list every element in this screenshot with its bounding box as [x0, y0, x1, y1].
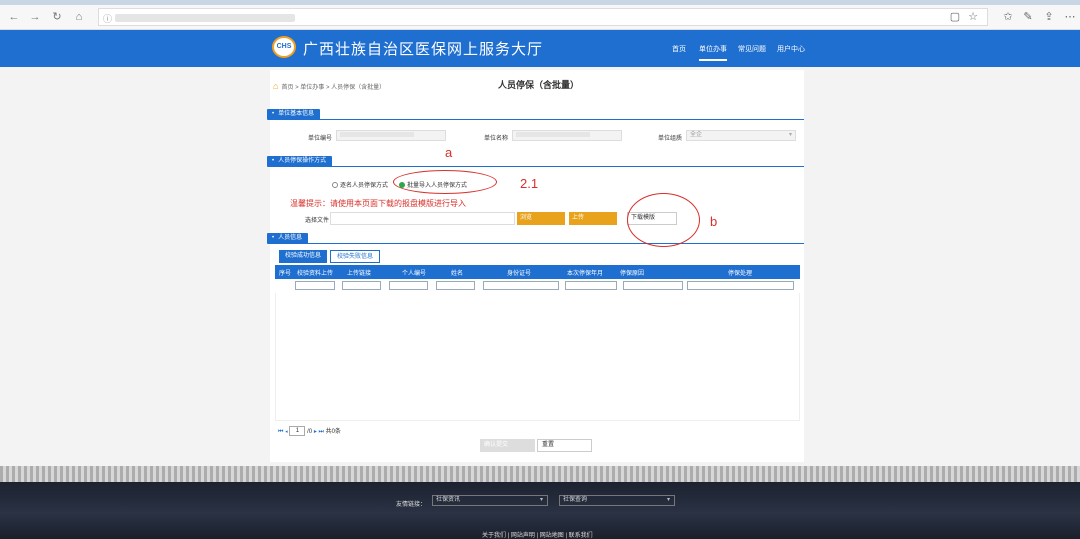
page-number-input[interactable]: 1: [289, 426, 306, 437]
filter-input[interactable]: [342, 281, 381, 290]
nav-home[interactable]: 首页: [672, 44, 686, 54]
col-name: 姓名: [451, 271, 464, 277]
section-personnel-info: • 人员信息: [267, 233, 309, 244]
radio-single-mode[interactable]: 逐名人员停保方式: [332, 180, 388, 189]
annotation-label-b: b: [710, 214, 718, 229]
col-verify-upload: 校验资料上传: [297, 271, 334, 277]
next-page-icon[interactable]: ▸: [314, 429, 317, 435]
back-icon[interactable]: ←: [6, 9, 22, 25]
filter-input[interactable]: [389, 281, 428, 290]
col-upload-link: 上传链接: [347, 271, 372, 277]
col-person-id: 个人编号: [402, 271, 427, 277]
friend-links-select-1[interactable]: 社保资讯 ▾: [432, 495, 548, 506]
site-title: 广西壮族自治区医保网上服务大厅: [303, 41, 544, 58]
prev-page-icon[interactable]: ◂: [285, 429, 288, 435]
reset-button[interactable]: 重置: [537, 439, 592, 452]
share-icon[interactable]: ⇪: [1041, 9, 1057, 25]
file-path-input[interactable]: [330, 212, 515, 225]
unit-name-label: 单位名称: [484, 136, 509, 142]
filter-input[interactable]: [565, 281, 617, 290]
footer-pattern-band: [0, 466, 1080, 482]
radio-icon[interactable]: [332, 182, 338, 189]
footer: 友情链接： 社保资讯 ▾ 社保查询 ▾ 关于我们 | 网站声明 | 网站地图 | 联…: [0, 482, 1080, 539]
info-icon: ⓘ: [103, 14, 113, 24]
friend-links-select-2[interactable]: 社保查询 ▾: [559, 495, 675, 506]
address-bar[interactable]: ⓘ ▢ ☆: [98, 8, 988, 26]
tab-validation-failure[interactable]: 校验失败信息: [330, 250, 381, 263]
home-icon[interactable]: ⌂: [273, 81, 278, 91]
pen-icon[interactable]: ✎: [1020, 9, 1036, 25]
nav-user-center[interactable]: 用户中心: [777, 44, 805, 54]
filter-input[interactable]: [483, 281, 559, 290]
forward-icon[interactable]: →: [27, 9, 43, 25]
table-header: 序号 校验资料上传 上传链接 个人编号 姓名 身份证号 本次停保年月 停保原因 …: [275, 265, 800, 279]
site-header: CHS 广西壮族自治区医保网上服务大厅 首页 单位办事 常见问题 用户中心: [0, 30, 1080, 67]
chevron-down-icon: ▾: [666, 497, 670, 503]
unit-type-label: 单位组质: [658, 136, 683, 142]
section-divider: [270, 166, 804, 167]
browse-button[interactable]: 浏览: [517, 212, 565, 225]
file-label: 选择文件: [305, 218, 330, 224]
upload-button[interactable]: 上传: [569, 212, 617, 225]
page-title: 人员停保（含批量）: [498, 80, 580, 90]
filter-input[interactable]: [687, 281, 794, 290]
filter-input[interactable]: [295, 281, 335, 290]
home-icon[interactable]: ⌂: [71, 9, 87, 25]
unit-code-label: 单位编号: [308, 136, 333, 142]
total-count: 共0条: [325, 429, 341, 435]
favorite-star-icon[interactable]: ☆: [965, 9, 981, 25]
table-body: [275, 293, 800, 421]
filter-input[interactable]: [623, 281, 683, 290]
section-divider: [270, 243, 804, 244]
annotation-label-step: 2.1: [520, 176, 539, 191]
chs-logo: CHS: [272, 36, 296, 58]
footer-links[interactable]: 关于我们 | 网站声明 | 网站地图 | 联系我们: [482, 530, 593, 539]
browser-toolbar: ← → ↻ ⌂ ⓘ ▢ ☆ ✩ ✎ ⇪ ⋯: [0, 5, 1080, 30]
unit-name-field: [512, 130, 622, 141]
nav-unit-business[interactable]: 单位办事: [699, 44, 727, 61]
favorites-icon[interactable]: ✩: [1000, 9, 1016, 25]
unit-type-select[interactable]: 全企 ▾: [686, 130, 796, 141]
annotation-label-a: a: [445, 145, 453, 160]
col-stop-month: 本次停保年月: [567, 271, 604, 277]
nav-faq[interactable]: 常见问题: [738, 44, 766, 54]
annotation-circle-b: [627, 193, 700, 247]
unit-code-field: [336, 130, 446, 141]
breadcrumb: ⌂ 首页 > 单位办事 > 人员停保（含批量）: [273, 81, 385, 91]
col-stop-reason: 停保原因: [620, 271, 645, 277]
breadcrumb-text[interactable]: 首页 > 单位办事 > 人员停保（含批量）: [281, 85, 385, 91]
annotation-circle-a: [393, 170, 497, 194]
more-icon[interactable]: ⋯: [1062, 9, 1078, 25]
section-divider: [270, 119, 804, 120]
friend-links-label: 友情链接：: [396, 502, 427, 508]
url-text-blurred: [115, 14, 295, 22]
section-operation-mode: • 人员停保操作方式: [267, 156, 333, 167]
tab-validation-success[interactable]: 校验成功信息: [279, 250, 328, 263]
last-page-icon[interactable]: ⏭: [319, 429, 324, 435]
chevron-down-icon: ▾: [539, 497, 543, 503]
total-pages: /0: [307, 429, 313, 435]
refresh-icon[interactable]: ↻: [49, 9, 65, 25]
filter-input[interactable]: [436, 281, 475, 290]
submit-button[interactable]: 确认提交: [480, 439, 535, 452]
pager: ⏮ ◂ 1 /0 ▸ ⏭ 共0条: [278, 426, 341, 437]
reading-view-icon[interactable]: ▢: [947, 9, 963, 25]
col-id-card: 身份证号: [507, 271, 532, 277]
import-hint: 温馨提示：请使用本页面下载的报盘模版进行导入: [290, 199, 466, 208]
col-stop-handling: 停保处理: [728, 271, 753, 277]
col-seq: 序号: [279, 271, 292, 277]
section-unit-info: • 单位基本信息: [267, 109, 321, 120]
first-page-icon[interactable]: ⏮: [278, 429, 283, 435]
table-filter-row: [275, 279, 800, 293]
content-panel: ⌂ 首页 > 单位办事 > 人员停保（含批量） 人员停保（含批量） • 单位基本信息…: [267, 70, 804, 462]
